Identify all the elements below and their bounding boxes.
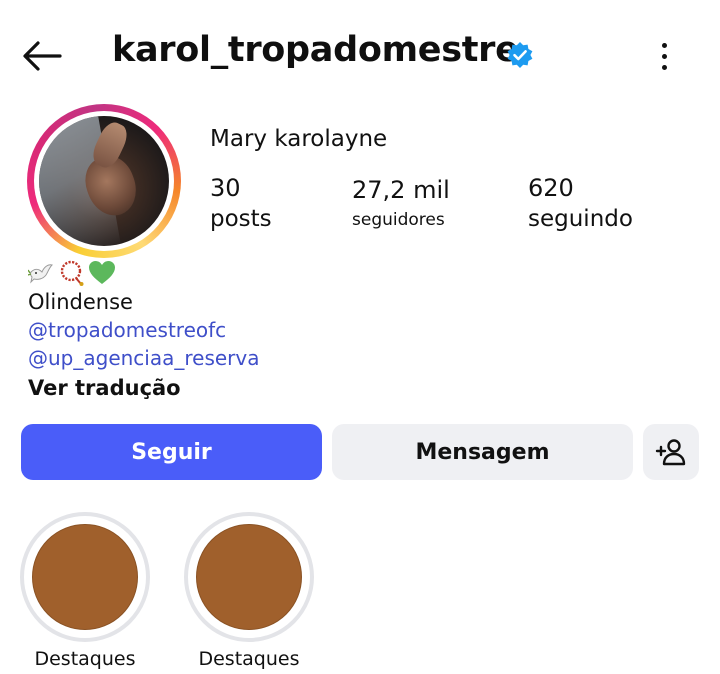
display-name: Mary karolayne	[210, 126, 388, 152]
follow-button[interactable]: Seguir	[21, 424, 322, 480]
suggested-accounts-button[interactable]	[643, 424, 699, 480]
prayer-beads-emoji	[60, 260, 84, 286]
arrow-left-icon	[23, 41, 62, 71]
posts-count: 30	[210, 174, 241, 202]
back-button[interactable]	[18, 32, 66, 80]
dove-emoji	[28, 264, 53, 284]
profile-username: karol_tropadomestre	[112, 30, 519, 70]
posts-label: posts	[210, 206, 272, 232]
add-person-icon	[655, 439, 686, 466]
following-count[interactable]: 620	[528, 174, 574, 202]
highlight-label: Destaques	[198, 648, 300, 670]
highlight-cover	[32, 524, 138, 630]
green-heart-emoji	[89, 261, 115, 284]
story-highlight[interactable]	[184, 512, 314, 642]
followers-count[interactable]: 27,2 mil	[352, 176, 450, 204]
message-button[interactable]: Mensagem	[332, 424, 633, 480]
highlight-label: Destaques	[34, 648, 136, 670]
bio-mention-link[interactable]: @tropadomestreofc	[28, 318, 226, 342]
bio-mention-link[interactable]: @up_agenciaa_reserva	[28, 346, 260, 370]
bio-emojis	[28, 258, 116, 288]
story-highlight[interactable]	[20, 512, 150, 642]
following-label[interactable]: seguindo	[528, 206, 633, 232]
bio-text: Olindense	[28, 290, 133, 314]
more-vertical-icon	[661, 42, 667, 48]
avatar[interactable]	[39, 116, 169, 246]
followers-label[interactable]: seguidores	[352, 210, 445, 230]
more-options-button[interactable]	[650, 36, 678, 76]
highlight-cover	[196, 524, 302, 630]
see-translation-link[interactable]: Ver tradução	[28, 376, 181, 400]
verified-badge-icon	[507, 42, 533, 68]
